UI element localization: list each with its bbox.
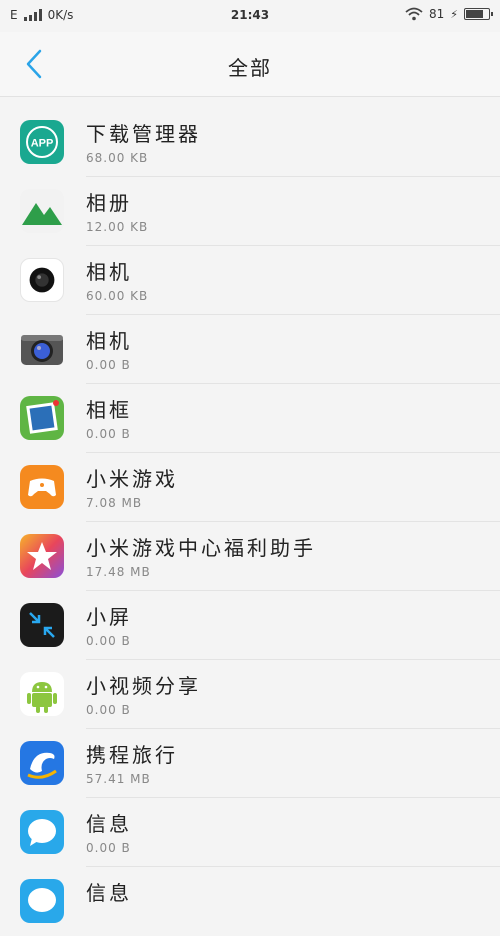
app-size: 0.00 B bbox=[86, 841, 131, 855]
list-item[interactable]: 小视频分享 0.00 B bbox=[0, 660, 500, 729]
list-item[interactable]: 小米游戏中心福利助手 17.48 MB bbox=[0, 522, 500, 591]
dolphin-icon bbox=[20, 741, 64, 785]
list-item[interactable]: 相框 0.00 B bbox=[0, 384, 500, 453]
list-item[interactable]: 相机 60.00 KB bbox=[0, 246, 500, 315]
app-box-icon: APP bbox=[20, 120, 64, 164]
app-name: 信息 bbox=[86, 812, 132, 836]
header-bar: 全部 bbox=[0, 32, 500, 97]
photo-frame-icon bbox=[20, 396, 64, 440]
app-name: 相机 bbox=[86, 329, 132, 353]
camera-icon bbox=[20, 327, 64, 371]
message-bubble-icon bbox=[20, 810, 64, 854]
app-name: 小米游戏 bbox=[86, 467, 178, 491]
app-list: APP 下载管理器 68.00 KB 相册 12.00 KB 相机 60.00 … bbox=[0, 108, 500, 936]
mountain-gallery-icon bbox=[20, 189, 64, 233]
gamepad-icon bbox=[20, 465, 64, 509]
app-name: 信息 bbox=[86, 881, 132, 905]
wifi-icon bbox=[405, 7, 423, 21]
app-size: 7.08 MB bbox=[86, 496, 143, 510]
battery-percent: 81 bbox=[428, 7, 445, 21]
shrink-screen-icon bbox=[20, 603, 64, 647]
app-name: 相册 bbox=[86, 191, 132, 215]
app-size: 0.00 B bbox=[86, 358, 131, 372]
app-name: 小米游戏中心福利助手 bbox=[86, 536, 316, 560]
app-size: 17.48 MB bbox=[86, 565, 151, 579]
page-title: 全部 bbox=[228, 56, 272, 80]
app-size: 60.00 KB bbox=[86, 289, 149, 303]
android-icon bbox=[20, 672, 64, 716]
app-name: 下载管理器 bbox=[86, 122, 201, 146]
battery-fill bbox=[466, 10, 483, 18]
message-bubble-icon bbox=[20, 879, 64, 923]
list-item[interactable]: APP 下载管理器 68.00 KB bbox=[0, 108, 500, 177]
list-item[interactable]: 相册 12.00 KB bbox=[0, 177, 500, 246]
app-size: 68.00 KB bbox=[86, 151, 149, 165]
app-name: 小视频分享 bbox=[86, 674, 201, 698]
app-size: 57.41 MB bbox=[86, 772, 151, 786]
app-size: 12.00 KB bbox=[86, 220, 149, 234]
svg-text:APP: APP bbox=[31, 138, 54, 150]
star-icon bbox=[20, 534, 64, 578]
app-name: 相框 bbox=[86, 398, 132, 422]
charging-icon: ⚡ bbox=[450, 7, 458, 21]
app-size: 0.00 B bbox=[86, 703, 131, 717]
battery-icon bbox=[464, 8, 493, 20]
camera-lens-icon bbox=[20, 258, 64, 302]
list-item[interactable]: 信息 0.00 B bbox=[0, 798, 500, 867]
status-bar: E 0K/s 21:43 81 ⚡ bbox=[0, 0, 500, 32]
list-item[interactable]: 小屏 0.00 B bbox=[0, 591, 500, 660]
app-name: 小屏 bbox=[86, 605, 132, 629]
list-item[interactable]: 相机 0.00 B bbox=[0, 315, 500, 384]
app-size: 0.00 B bbox=[86, 427, 131, 441]
list-item[interactable]: 携程旅行 57.41 MB bbox=[0, 729, 500, 798]
list-item[interactable]: 信息 bbox=[0, 867, 500, 936]
app-name: 相机 bbox=[86, 260, 132, 284]
app-name: 携程旅行 bbox=[86, 743, 178, 767]
app-size: 0.00 B bbox=[86, 634, 131, 648]
list-item[interactable]: 小米游戏 7.08 MB bbox=[0, 453, 500, 522]
